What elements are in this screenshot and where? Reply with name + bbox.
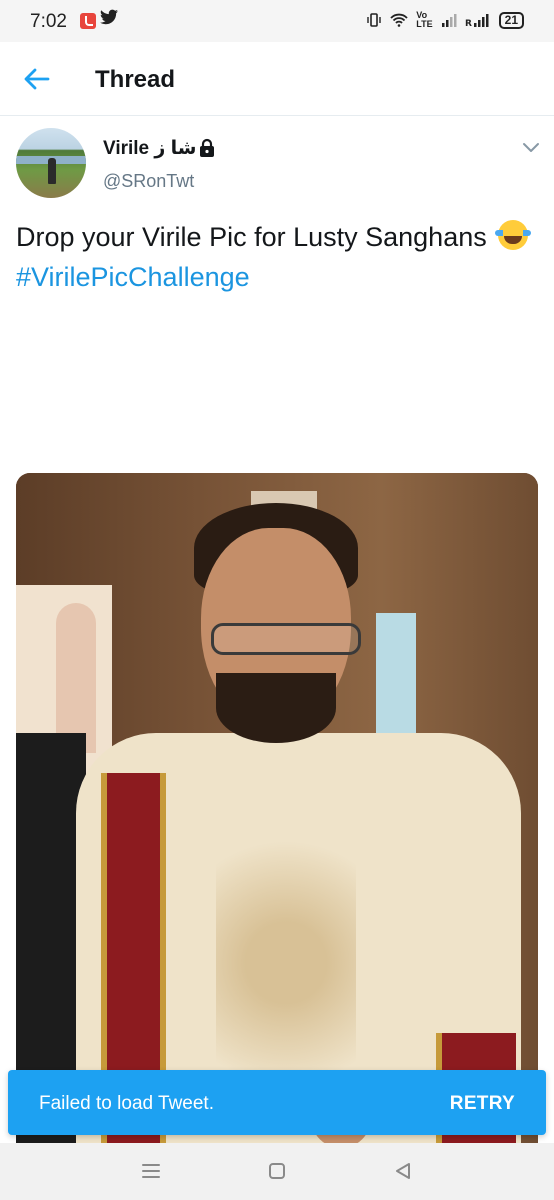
wifi-icon xyxy=(390,13,408,27)
back-triangle-icon[interactable] xyxy=(392,1160,414,1182)
avatar-person xyxy=(48,158,56,184)
twitter-notification-icon xyxy=(100,9,118,30)
photo-doorway-arch xyxy=(56,603,96,753)
home-icon[interactable] xyxy=(266,1160,288,1182)
arrow-left-icon[interactable] xyxy=(22,64,52,94)
tweet-text: Drop your Virile Pic for Lusty Sanghans … xyxy=(16,217,536,297)
avatar[interactable] xyxy=(16,128,86,198)
hashtag-link[interactable]: #VirilePicChallenge xyxy=(16,262,250,292)
status-time: 7:02 xyxy=(30,11,67,32)
display-name[interactable]: Virile شا ز xyxy=(103,137,196,160)
vibrate-icon xyxy=(367,13,381,27)
error-snackbar: Failed to load Tweet. RETRY xyxy=(8,1070,546,1135)
menu-icon[interactable] xyxy=(140,1160,162,1182)
music-app-icon xyxy=(80,13,96,29)
battery-icon: 21 xyxy=(498,11,524,29)
retry-button[interactable]: RETRY xyxy=(450,1093,515,1115)
signal-icon xyxy=(441,14,457,27)
svg-text:R: R xyxy=(465,19,472,27)
photo-glasses xyxy=(211,623,361,655)
page-title: Thread xyxy=(95,66,176,93)
system-navigation-bar xyxy=(0,1143,554,1200)
user-handle[interactable]: @SRonTwt xyxy=(103,171,194,192)
lock-icon xyxy=(200,138,214,157)
face-with-tears-of-joy-icon xyxy=(495,220,532,250)
chevron-down-icon[interactable] xyxy=(520,140,542,156)
status-bar: 7:02 Vo LTE R 21 xyxy=(0,0,554,42)
tweet-body: Drop your Virile Pic for Lusty Sanghans xyxy=(16,222,487,252)
snackbar-message: Failed to load Tweet. xyxy=(39,1093,214,1114)
signal-roaming-icon: R xyxy=(465,14,489,27)
volte-icon: Vo LTE xyxy=(416,10,433,29)
top-app-bar: Thread xyxy=(0,42,554,116)
status-indicators: Vo LTE R 21 xyxy=(366,11,524,29)
photo-beard xyxy=(216,673,336,743)
